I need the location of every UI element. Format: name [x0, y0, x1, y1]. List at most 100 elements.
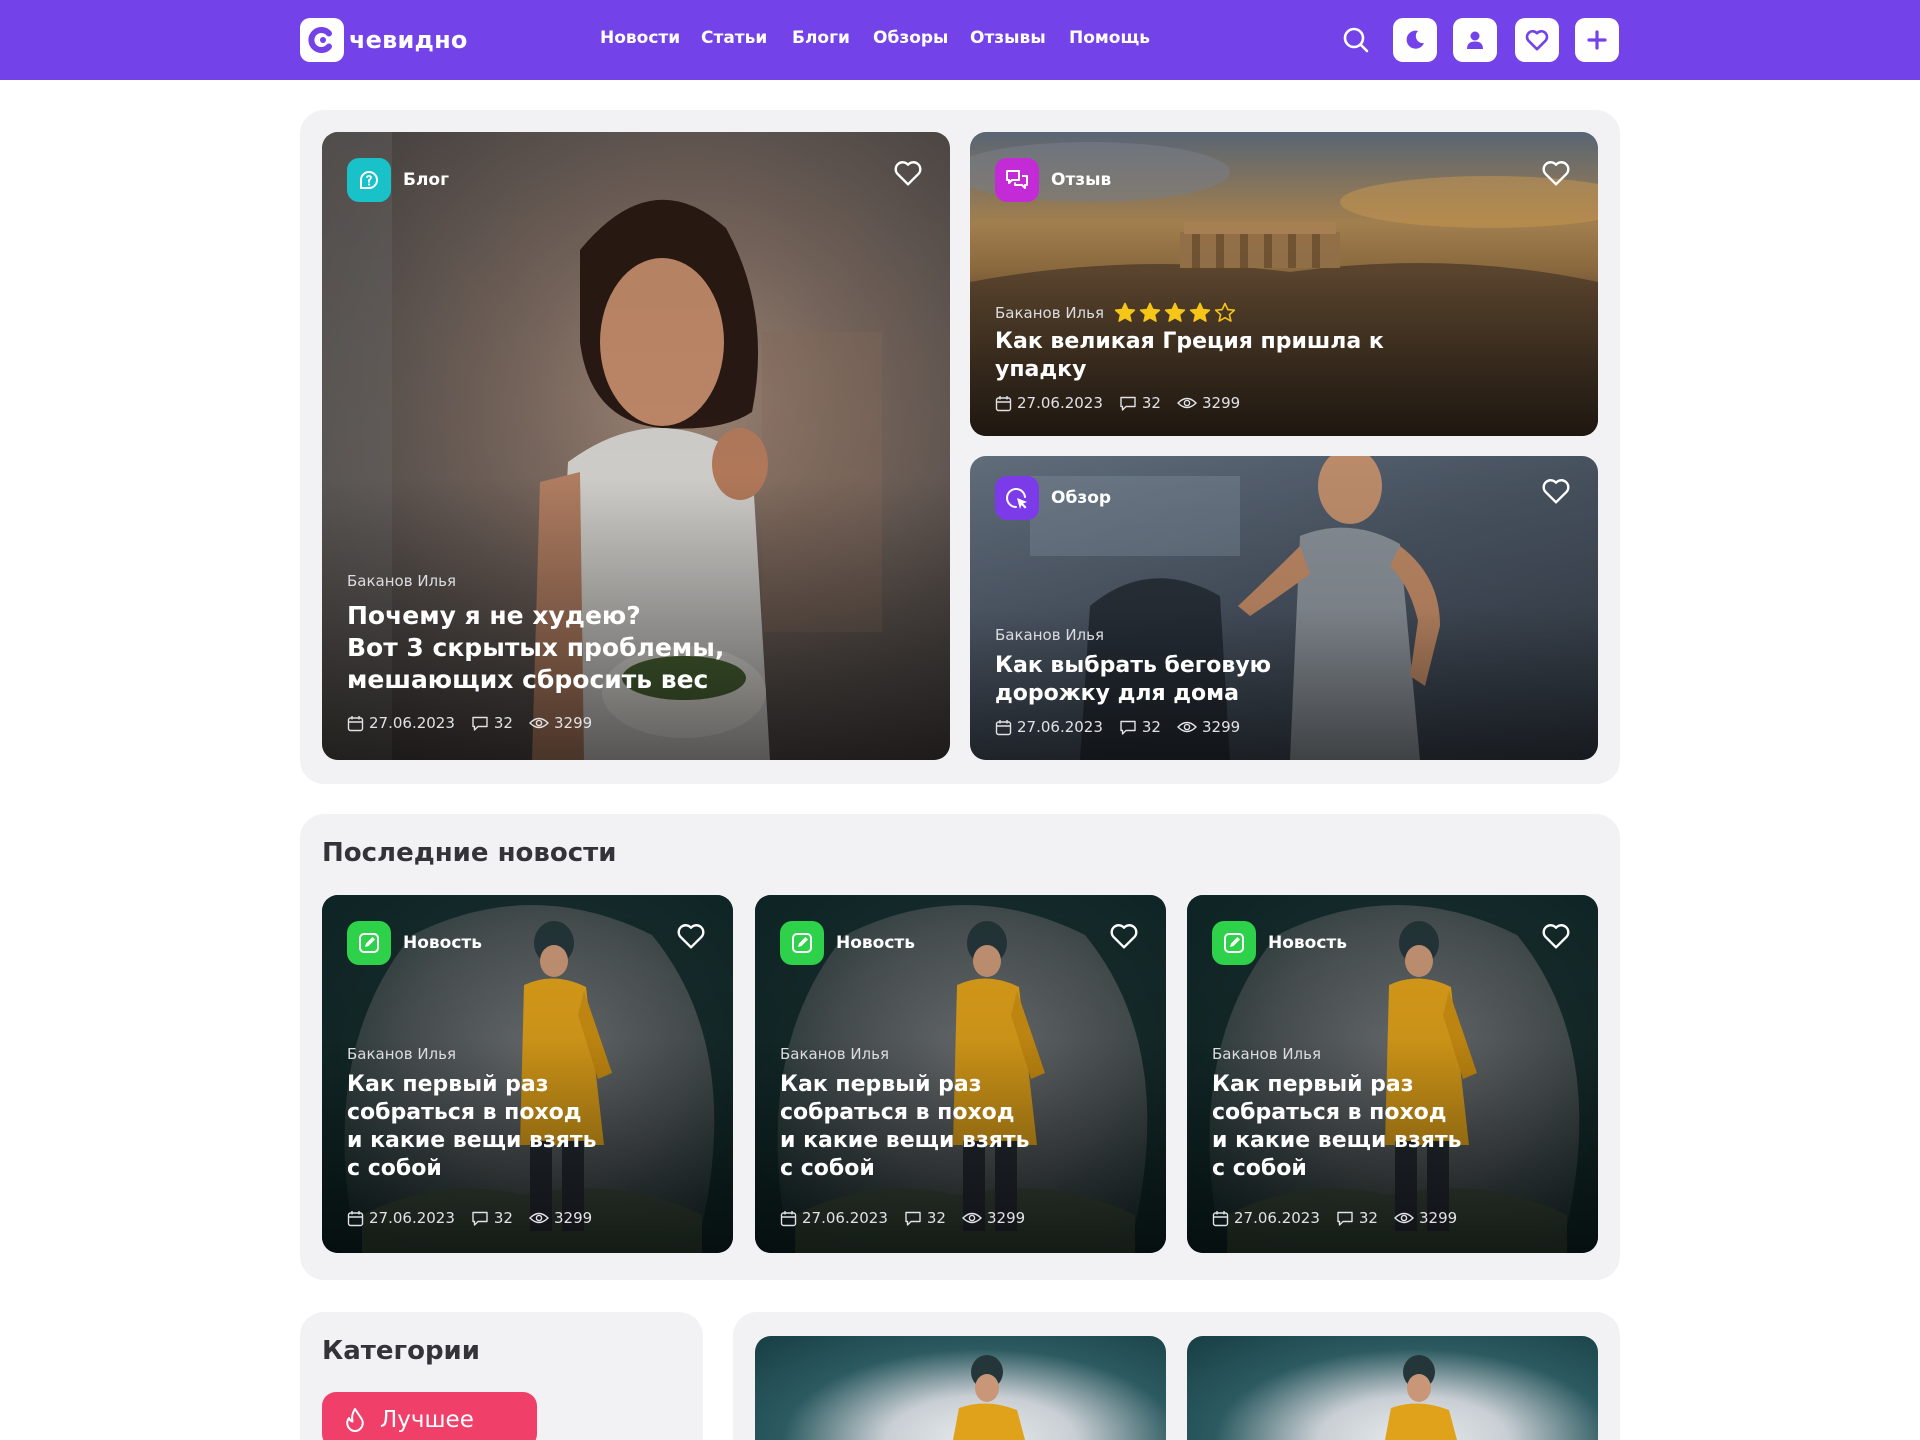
title-line: и какие вещи взять: [1212, 1128, 1462, 1153]
card-meta: 27.06.2023 32 3299: [995, 394, 1256, 412]
date-stat: 27.06.2023: [780, 1209, 888, 1227]
views-count: 3299: [986, 1209, 1026, 1227]
title-line: Как великая Греция пришла к: [995, 329, 1384, 354]
author-name: Баканов Илья: [995, 626, 1104, 644]
search-button[interactable]: [1340, 24, 1372, 56]
title-line: с собой: [1212, 1156, 1307, 1181]
category-best-button[interactable]: Лучшее: [322, 1392, 537, 1440]
post-card-preview[interactable]: [1187, 1336, 1598, 1440]
nav-blogs[interactable]: Блоги: [792, 28, 850, 48]
favorite-button[interactable]: [1539, 474, 1573, 508]
favorite-button[interactable]: [891, 156, 925, 190]
card-title[interactable]: Как выбрать беговую дорожку для дома: [995, 652, 1271, 708]
profile-button[interactable]: [1453, 18, 1497, 62]
comments-count: 32: [1141, 718, 1161, 736]
favorite-button[interactable]: [1539, 919, 1573, 953]
nav-reviews[interactable]: Отзывы: [970, 28, 1046, 48]
card-title[interactable]: Как великая Греция пришла к упадку: [995, 328, 1384, 384]
blog-icon: [360, 171, 378, 189]
star-filled-icon: [1139, 302, 1161, 322]
nav-news[interactable]: Новости: [600, 28, 680, 48]
author-row: Баканов Илья: [347, 572, 456, 590]
logo[interactable]: чевидно: [300, 18, 468, 62]
card-title[interactable]: Почему я не худею? Вот 3 скрытых проблем…: [347, 600, 724, 696]
calendar-icon: [1212, 1210, 1229, 1226]
news-tag-label: Новость: [1268, 933, 1348, 953]
card-meta: 27.06.2023 32 3299: [780, 1209, 1041, 1227]
calendar-icon: [995, 719, 1012, 735]
author-row: Баканов Илья: [347, 1045, 456, 1063]
title-line: собраться в поход: [1212, 1100, 1447, 1125]
eye-icon: [528, 1212, 549, 1224]
news-tag[interactable]: Новость: [347, 921, 482, 965]
title-line: упадку: [995, 357, 1087, 382]
news-tag[interactable]: Новость: [780, 921, 915, 965]
views-stat: 3299: [528, 714, 592, 732]
comments-count: 32: [926, 1209, 946, 1227]
eye-icon: [961, 1212, 982, 1224]
author-row: Баканов Илья: [1212, 1045, 1321, 1063]
heart-icon: [1542, 161, 1570, 186]
news-card[interactable]: Новость Баканов Илья Как первый раз собр…: [755, 895, 1166, 1253]
logo-text: чевидно: [349, 26, 468, 54]
chat-bubbles-icon: [1006, 170, 1028, 189]
eye-icon: [1393, 1212, 1414, 1224]
card-title[interactable]: Как первый раз собраться в поход и какие…: [347, 1071, 597, 1183]
comments-count: 32: [1358, 1209, 1378, 1227]
date-value: 27.06.2023: [1017, 394, 1103, 412]
news-card[interactable]: Новость Баканов Илья Как первый раз собр…: [322, 895, 733, 1253]
news-card[interactable]: Новость Баканов Илья Как первый раз собр…: [1187, 895, 1598, 1253]
nav-help[interactable]: Помощь: [1069, 28, 1150, 48]
theme-toggle-button[interactable]: [1393, 18, 1437, 62]
featured-overview-card[interactable]: Обзор Баканов Илья Как выбрать беговую д…: [970, 456, 1598, 760]
overview-tag-icon-box: [995, 476, 1039, 520]
nav-articles[interactable]: Статьи: [701, 28, 767, 48]
heart-icon: [677, 924, 705, 949]
calendar-icon: [347, 1210, 364, 1226]
date-value: 27.06.2023: [369, 714, 455, 732]
news-tag[interactable]: Новость: [1212, 921, 1347, 965]
date-stat: 27.06.2023: [347, 714, 455, 732]
title-line: с собой: [347, 1156, 442, 1181]
overview-tag[interactable]: Обзор: [995, 476, 1111, 520]
rating-stars: [1114, 302, 1239, 324]
user-icon: [1467, 31, 1483, 49]
card-title[interactable]: Как первый раз собраться в поход и какие…: [780, 1071, 1030, 1183]
star-filled-icon: [1114, 302, 1136, 322]
news-tag-label: Новость: [836, 933, 916, 953]
comment-icon: [472, 716, 488, 731]
cursor-click-icon: [1006, 488, 1027, 509]
featured-blog-card[interactable]: Блог Баканов Илья Почему я не худею? Вот…: [322, 132, 950, 760]
favorite-button[interactable]: [674, 919, 708, 953]
review-tag[interactable]: Отзыв: [995, 158, 1111, 202]
favorites-button[interactable]: [1515, 18, 1559, 62]
title-line: и какие вещи взять: [780, 1128, 1030, 1153]
heart-icon: [1542, 479, 1570, 504]
views-stat: 3299: [528, 1209, 592, 1227]
review-tag-label: Отзыв: [1051, 170, 1112, 190]
edit-note-icon: [792, 933, 812, 953]
eye-icon: [1176, 721, 1197, 733]
overview-tag-label: Обзор: [1051, 488, 1112, 508]
comment-icon: [1337, 1211, 1353, 1226]
favorite-button[interactable]: [1539, 156, 1573, 190]
favorite-button[interactable]: [1107, 919, 1141, 953]
featured-review-card[interactable]: Отзыв Баканов Илья Как великая Греция пр…: [970, 132, 1598, 436]
date-value: 27.06.2023: [1017, 718, 1103, 736]
views-stat: 3299: [1393, 1209, 1457, 1227]
date-value: 27.06.2023: [802, 1209, 888, 1227]
calendar-icon: [995, 395, 1012, 411]
news-tag-icon-box: [1212, 921, 1256, 965]
star-filled-icon: [1164, 302, 1186, 322]
title-line: Почему я не худею?: [347, 601, 641, 630]
blog-tag-label: Блог: [403, 170, 449, 190]
post-card-preview[interactable]: [755, 1336, 1166, 1440]
create-post-button[interactable]: [1575, 18, 1619, 62]
card-meta: 27.06.2023 32 3299: [347, 714, 608, 732]
title-line: мешающих сбросить вес: [347, 665, 709, 694]
eye-icon: [1176, 397, 1197, 409]
nav-overviews[interactable]: Обзоры: [873, 28, 948, 48]
card-title[interactable]: Как первый раз собраться в поход и какие…: [1212, 1071, 1462, 1183]
comment-icon: [1120, 720, 1136, 735]
blog-tag[interactable]: Блог: [347, 158, 449, 202]
